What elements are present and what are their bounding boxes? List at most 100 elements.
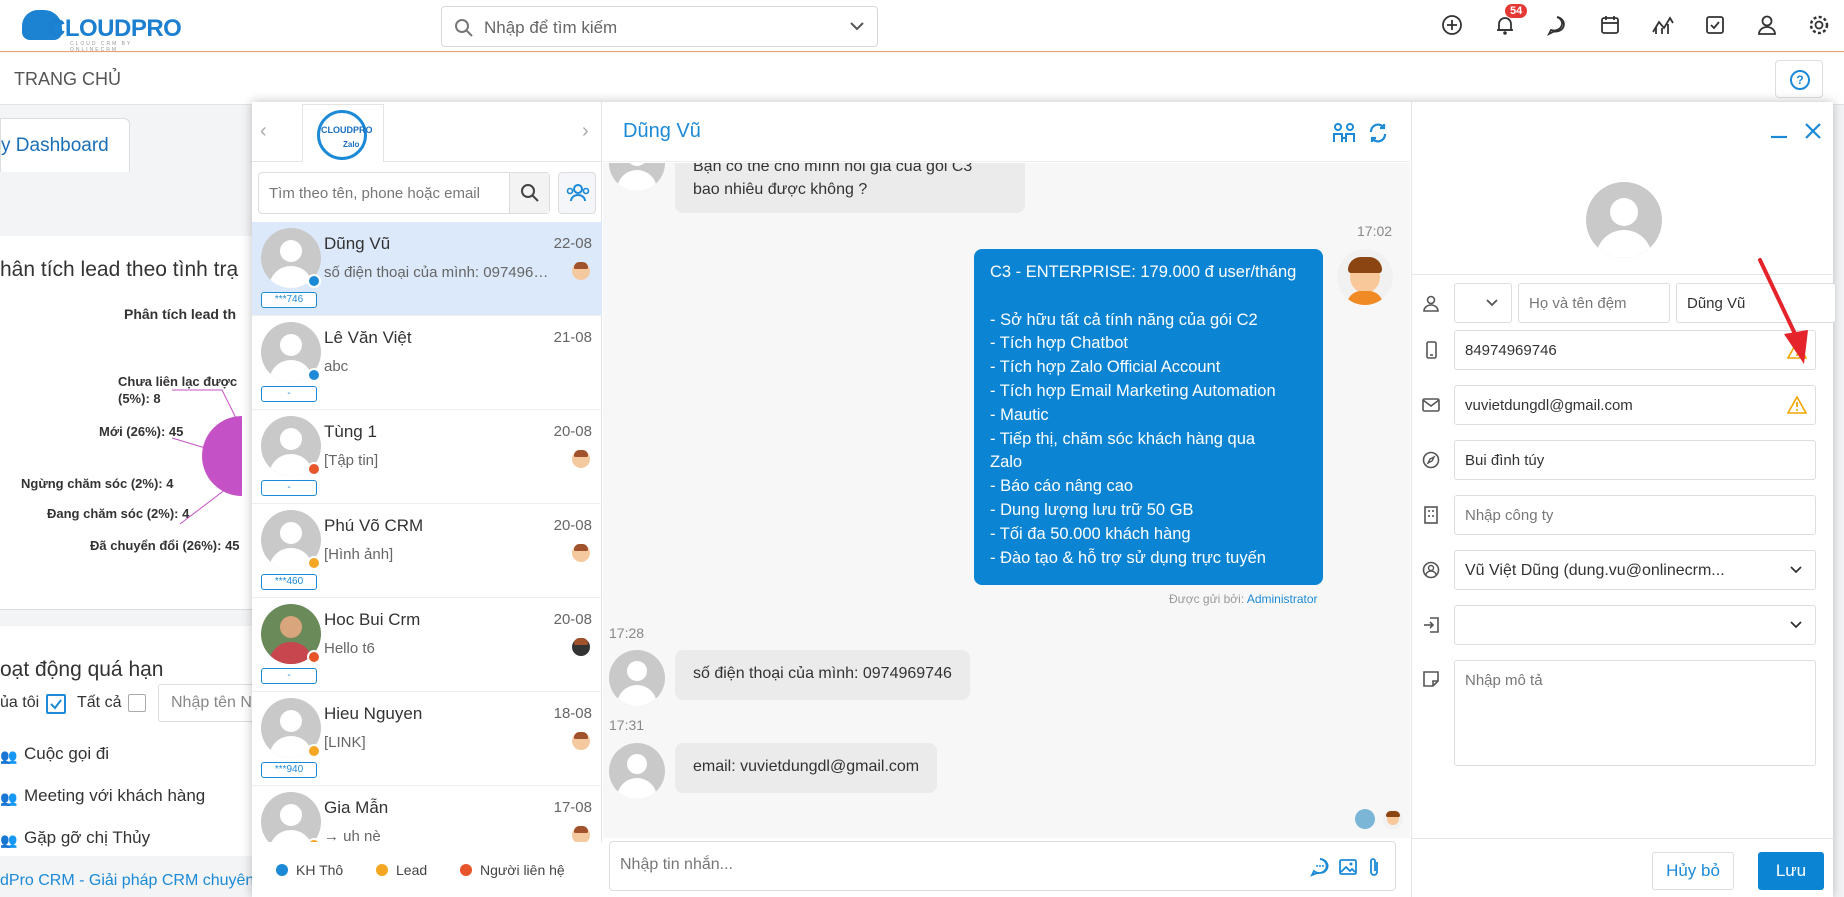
attachment-icon[interactable] <box>1366 856 1382 878</box>
login-icon <box>1424 617 1439 633</box>
last-message: abc <box>324 358 349 375</box>
company-field[interactable]: Nhập công ty <box>1454 495 1816 535</box>
group-filter-button[interactable] <box>558 172 596 214</box>
transfer-users-icon[interactable] <box>1332 122 1356 144</box>
users-icon <box>566 184 590 202</box>
description-field[interactable]: Nhập mô tả <box>1454 660 1816 766</box>
last-message: → uh nè <box>324 828 381 842</box>
conversation-item[interactable]: ***746 Dũng Vũ 22-08 số điện thoại của m… <box>252 222 602 316</box>
message-time: 17:31 <box>609 717 645 733</box>
agent-avatar-icon <box>572 826 590 842</box>
people-icon: 👥 <box>0 748 18 764</box>
conversation-date: 21-08 <box>553 329 592 346</box>
minimize-icon[interactable] <box>1768 120 1790 142</box>
image-icon[interactable] <box>1338 857 1358 877</box>
cloudpro-logo[interactable]: CLOUDPRO CLOUD CRM BY ONLINECRM <box>22 8 182 53</box>
phone-tag: ***460 <box>261 574 317 590</box>
checkbox-icon[interactable] <box>1704 14 1726 36</box>
cancel-button[interactable]: Hủy bỏ <box>1652 852 1734 890</box>
plus-circle-icon[interactable] <box>1441 14 1463 36</box>
filter-all-checkbox[interactable] <box>128 694 146 712</box>
message-placeholder: Nhập tin nhắn... <box>620 856 733 873</box>
search-icon <box>455 19 473 37</box>
salutation-select[interactable] <box>1454 283 1512 323</box>
message-input[interactable]: Nhập tin nhắn... <box>609 841 1396 891</box>
dashboard-tab-label: y Dashboard <box>1 135 109 156</box>
message-list: Bạn có thể cho mình hỏi giá của gói C3 b… <box>603 163 1410 838</box>
chart-icon[interactable] <box>1651 14 1675 36</box>
chevron-right-icon[interactable]: › <box>582 120 589 143</box>
legend-item: KH Thô <box>276 862 343 878</box>
zalo-chat-modal: ‹ CLOUDPRO Zalo › Tìm theo tên, phone ho… <box>252 102 1836 897</box>
search-button[interactable] <box>509 173 549 213</box>
agent-avatar-icon <box>572 450 590 468</box>
legend-item: Lead <box>376 862 427 878</box>
chat-header: Dũng Vũ <box>603 102 1410 162</box>
check-icon <box>50 699 62 710</box>
chevron-down-icon <box>1790 621 1802 629</box>
conversation-item[interactable]: ***460 Phú Võ CRM 20-08 [Hình ảnh] <box>252 504 602 598</box>
chat-icon[interactable] <box>1546 14 1568 36</box>
legend-item: Người liên hệ <box>460 862 565 878</box>
conversation-item[interactable]: ***940 Hieu Nguyen 18-08 [LINK] <box>252 692 602 786</box>
conversation-list: ***746 Dũng Vũ 22-08 số điện thoại của m… <box>252 222 602 842</box>
page-title: TRANG CHỦ <box>14 69 121 89</box>
conversation-date: 18-08 <box>553 705 592 722</box>
conversation-item[interactable]: Gia Mẫn 17-08 → uh nè <box>252 786 602 842</box>
refresh-icon[interactable] <box>1367 122 1389 144</box>
logo-tagline: CLOUD CRM BY ONLINECRM <box>70 41 133 53</box>
sent-by-label: Được gửi bởi: Administrator <box>1169 592 1318 606</box>
help-button[interactable]: ? <box>1775 60 1823 98</box>
chart-label: Đang chăm sóc (2%): 4 <box>47 506 190 521</box>
card-title: hân tích lead theo tình trạ <box>0 258 239 281</box>
close-icon[interactable] <box>1802 120 1824 142</box>
conversation-search-input[interactable]: Tìm theo tên, phone hoặc email <box>258 172 550 214</box>
chart-label: Đã chuyển đổi (26%): 45 <box>90 538 240 553</box>
person-icon <box>1423 295 1439 312</box>
last-message: Hello t6 <box>324 640 375 657</box>
conversation-item[interactable]: - Tùng 1 20-08 [Tập tin] <box>252 410 602 504</box>
phone-tag: - <box>261 668 317 684</box>
zalo-channel-tab[interactable]: CLOUDPRO Zalo <box>302 104 384 162</box>
agent-avatar-icon <box>572 262 590 280</box>
filter-mine-checkbox[interactable] <box>46 694 66 714</box>
conversation-item[interactable]: - Hoc Bui Crm 20-08 Hello t6 <box>252 598 602 692</box>
middle-name-field[interactable]: Họ và tên đệm <box>1518 283 1670 323</box>
chevron-down-icon <box>1486 299 1498 307</box>
email-field[interactable]: vuvietdungdl@gmail.com <box>1454 385 1816 425</box>
source-select[interactable] <box>1454 605 1816 645</box>
assigned-user-select[interactable]: Vũ Việt Dũng (dung.vu@onlinecrm... <box>1454 550 1816 590</box>
contact-avatar-large[interactable] <box>1586 182 1662 258</box>
warning-icon[interactable] <box>1787 396 1807 414</box>
conversation-item[interactable]: - Lê Văn Việt 21-08 abc <box>252 316 602 410</box>
calendar-icon[interactable] <box>1599 14 1621 36</box>
address-field[interactable]: Bui đình túy <box>1454 440 1816 480</box>
last-message: [LINK] <box>324 734 366 751</box>
dashboard-tab[interactable]: y Dashboard <box>0 118 130 172</box>
quick-reply-icon[interactable] <box>1310 857 1330 877</box>
filter-all-label: Tất cả <box>77 694 122 711</box>
chevron-down-icon[interactable] <box>849 20 865 32</box>
chevron-left-icon[interactable]: ‹ <box>260 120 267 143</box>
people-icon: 👥 <box>0 832 18 848</box>
logo-text: CLOUDPRO <box>48 15 182 42</box>
activity-item[interactable]: Gặp gỡ chị Thủy <box>24 828 150 848</box>
contact-avatar <box>609 650 665 706</box>
footer-link[interactable]: dPro CRM - Giải pháp CRM chuyên <box>0 872 254 890</box>
seen-avatar-icon <box>1355 809 1375 829</box>
incoming-message: email: vuvietdungdl@gmail.com <box>675 743 938 793</box>
phone-icon <box>1426 341 1437 359</box>
save-button[interactable]: Lưu <box>1758 852 1824 890</box>
gear-icon[interactable] <box>1808 14 1830 36</box>
activity-item[interactable]: Cuộc gọi đi <box>24 744 109 764</box>
outgoing-message: C3 - ENTERPRISE: 179.000 đ user/tháng - … <box>974 249 1323 585</box>
global-search-input[interactable]: Nhập để tìm kiếm <box>441 6 878 47</box>
status-dot <box>307 274 321 288</box>
phone-tag: ***746 <box>261 292 317 308</box>
contact-name: Hieu Nguyen <box>324 704 423 723</box>
contact-name: Tùng 1 <box>324 422 377 441</box>
user-icon[interactable] <box>1756 14 1778 36</box>
seen-agent-icon <box>1383 809 1403 829</box>
activity-item[interactable]: Meeting với khách hàng <box>24 786 205 806</box>
zalo-logo-text: CLOUDPRO <box>321 125 373 135</box>
